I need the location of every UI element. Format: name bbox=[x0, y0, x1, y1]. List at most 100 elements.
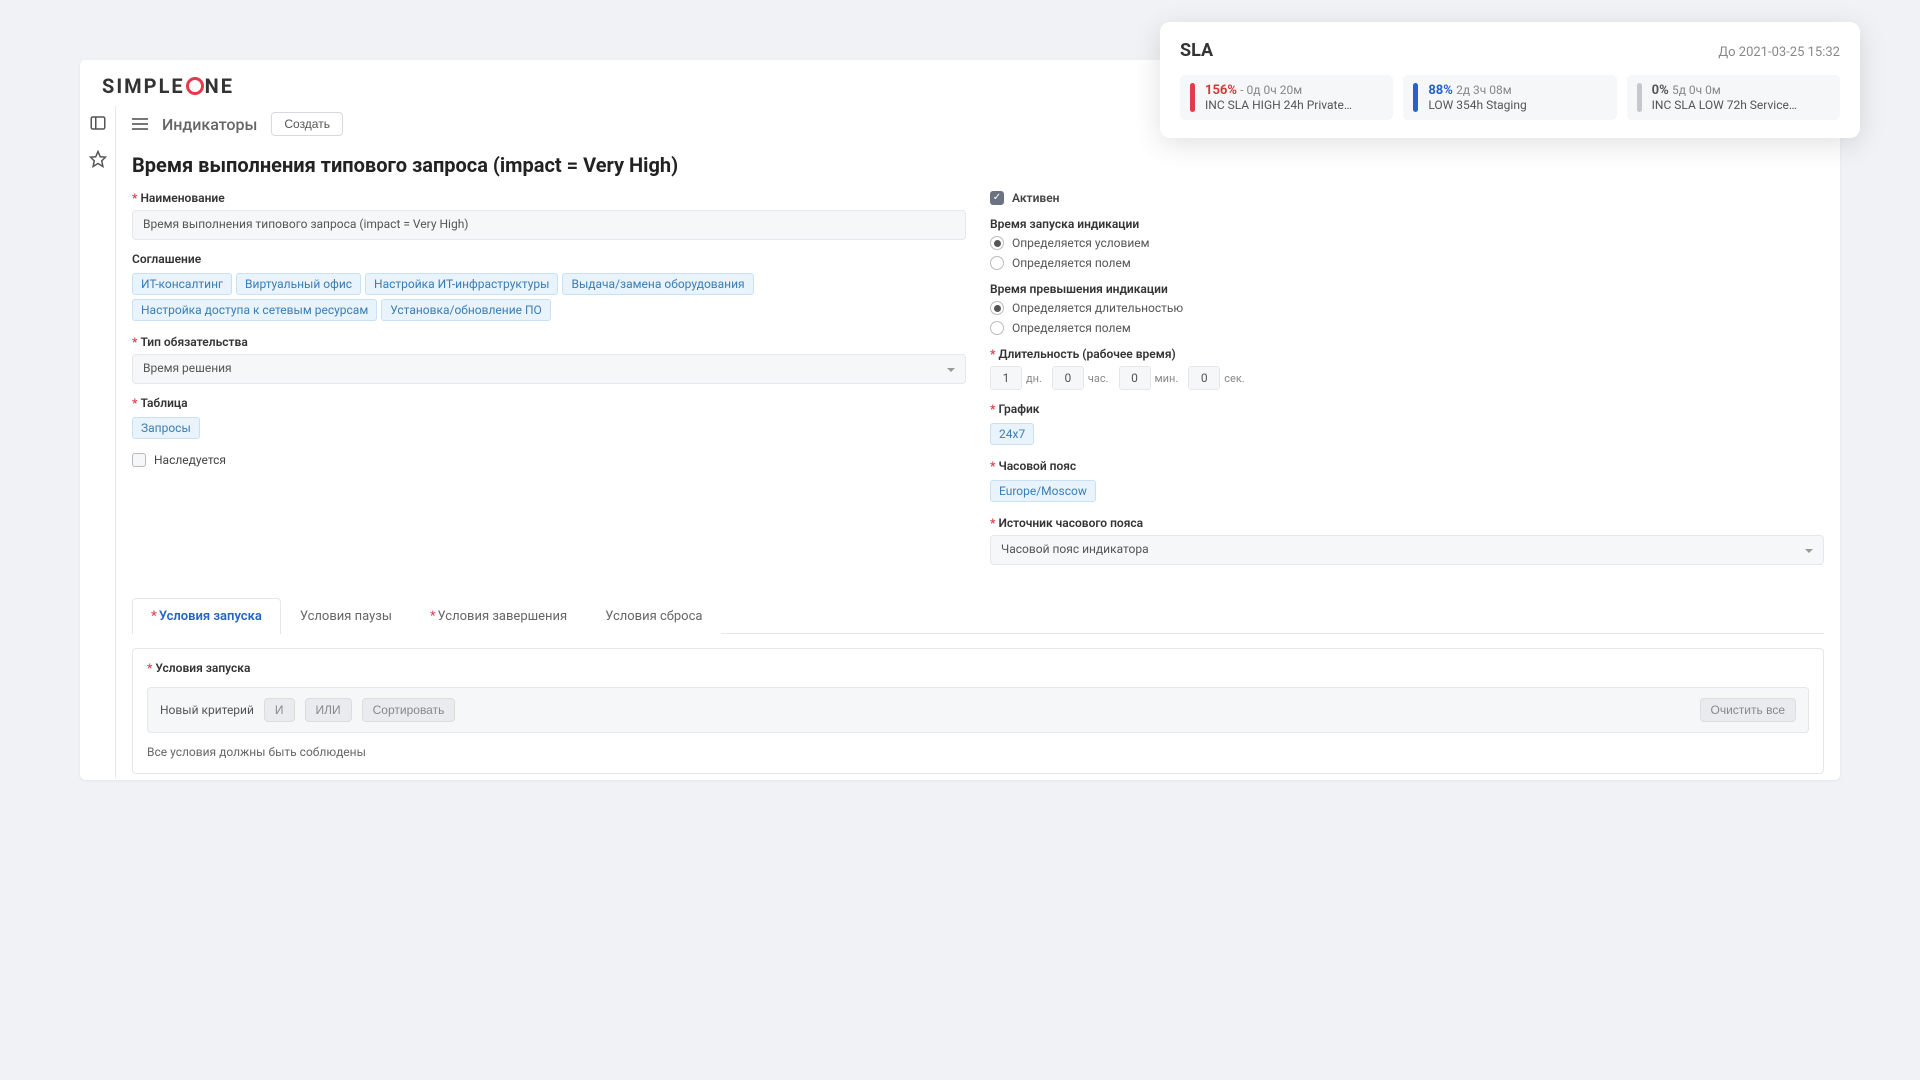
logo-o-icon bbox=[186, 77, 204, 95]
new-criteria-label: Новый критерий bbox=[160, 703, 254, 717]
duration-label: Длительность (рабочее время) bbox=[990, 347, 1824, 361]
sla-bar bbox=[1190, 83, 1195, 112]
obligation-label: Тип обязательства bbox=[132, 335, 966, 349]
sla-time: - 0д 0ч 20м bbox=[1240, 83, 1302, 97]
form-left-column: Наименование Время выполнения типового з… bbox=[132, 191, 966, 577]
agreement-chip[interactable]: Настройка ИТ-инфраструктуры bbox=[365, 273, 558, 295]
exceed-opt2-radio[interactable] bbox=[990, 321, 1004, 335]
inherited-row[interactable]: Наследуется bbox=[132, 453, 966, 467]
sort-button[interactable]: Сортировать bbox=[362, 698, 456, 722]
start-opt2-row[interactable]: Определяется полем bbox=[990, 256, 1824, 270]
minutes-input[interactable]: 0 bbox=[1119, 366, 1151, 390]
start-opt2-radio[interactable] bbox=[990, 256, 1004, 270]
name-label: Наименование bbox=[132, 191, 966, 205]
sla-card: SLA До 2021-03-25 15:32 156% - 0д 0ч 20м… bbox=[1160, 22, 1860, 138]
start-opt1-radio[interactable] bbox=[990, 236, 1004, 250]
tab-start-label: Условия запуска bbox=[159, 609, 262, 624]
sla-item[interactable]: 0% 5д 0ч 0м INC SLA LOW 72h Service… bbox=[1627, 75, 1840, 120]
table-chip[interactable]: Запросы bbox=[132, 417, 200, 439]
sla-items: 156% - 0д 0ч 20м INC SLA HIGH 24h Privat… bbox=[1180, 75, 1840, 120]
sla-item[interactable]: 156% - 0д 0ч 20м INC SLA HIGH 24h Privat… bbox=[1180, 75, 1393, 120]
agreement-chip[interactable]: Выдача/замена оборудования bbox=[562, 273, 753, 295]
exceed-opt2-row[interactable]: Определяется полем bbox=[990, 321, 1824, 335]
duration-row: 1 дн. 0 час. 0 мин. 0 сек. bbox=[990, 366, 1824, 390]
days-unit: дн. bbox=[1026, 372, 1042, 385]
active-checkbox[interactable] bbox=[990, 191, 1004, 205]
sla-time: 5д 0ч 0м bbox=[1672, 83, 1721, 97]
seconds-unit: сек. bbox=[1224, 372, 1244, 385]
obligation-select[interactable]: Время решения bbox=[132, 354, 966, 384]
agreement-chips[interactable]: ИТ-консалтингВиртуальный офисНастройка И… bbox=[132, 271, 966, 323]
exceed-opt1-label: Определяется длительностью bbox=[1012, 301, 1183, 315]
star-icon[interactable] bbox=[89, 150, 107, 168]
agreement-chip[interactable]: Настройка доступа к сетевым ресурсам bbox=[132, 299, 377, 321]
start-opt1-row[interactable]: Определяется условием bbox=[990, 236, 1824, 250]
agreement-chip[interactable]: ИТ-консалтинг bbox=[132, 273, 232, 295]
inherited-label: Наследуется bbox=[154, 453, 226, 467]
logo-text-post: NE bbox=[205, 74, 234, 98]
tab-reset-conditions[interactable]: Условия сброса bbox=[586, 598, 721, 634]
start-opt1-label: Определяется условием bbox=[1012, 236, 1150, 250]
agreement-chip[interactable]: Установка/обновление ПО bbox=[381, 299, 551, 321]
sla-item[interactable]: 88% 2д 3ч 08м LOW 354h Staging bbox=[1403, 75, 1616, 120]
clear-all-button[interactable]: Очистить все bbox=[1700, 698, 1796, 722]
agreement-label: Соглашение bbox=[132, 252, 966, 266]
sla-pct: 156% bbox=[1205, 83, 1237, 98]
tabs: *Условия запуска Условия паузы *Условия … bbox=[132, 597, 1824, 634]
sla-time: 2д 3ч 08м bbox=[1456, 83, 1512, 97]
name-input[interactable]: Время выполнения типового запроса (impac… bbox=[132, 210, 966, 240]
tz-source-label: Источник часового пояса bbox=[990, 516, 1824, 530]
active-label: Активен bbox=[1012, 191, 1060, 205]
page-title: Время выполнения типового запроса (impac… bbox=[116, 149, 1840, 191]
panel-heading: * Условия запуска bbox=[133, 649, 1823, 675]
or-button[interactable]: ИЛИ bbox=[305, 698, 352, 722]
sla-desc: LOW 354h Staging bbox=[1428, 98, 1606, 112]
exceed-opt1-row[interactable]: Определяется длительностью bbox=[990, 301, 1824, 315]
tab-complete-label: Условия завершения bbox=[438, 609, 568, 624]
active-row[interactable]: Активен bbox=[990, 191, 1824, 205]
sla-desc: INC SLA HIGH 24h Private… bbox=[1205, 98, 1383, 112]
tz-source-select[interactable]: Часовой пояс индикатора bbox=[990, 535, 1824, 565]
table-label: Таблица bbox=[132, 396, 966, 410]
create-button[interactable]: Создать bbox=[271, 112, 343, 136]
schedule-chips[interactable]: 24x7 bbox=[990, 421, 1824, 447]
conditions-panel: * Условия запуска Новый критерий И ИЛИ С… bbox=[132, 648, 1824, 774]
form-right-column: Активен Время запуска индикации Определя… bbox=[990, 191, 1824, 577]
panel-note: Все условия должны быть соблюдены bbox=[133, 745, 1823, 773]
criteria-toolbar: Новый критерий И ИЛИ Сортировать Очистит… bbox=[147, 687, 1809, 733]
tab-complete-conditions[interactable]: *Условия завершения bbox=[411, 598, 586, 634]
sla-pct: 0% bbox=[1652, 83, 1669, 98]
table-chips[interactable]: Запросы bbox=[132, 415, 966, 441]
hours-unit: час. bbox=[1088, 372, 1109, 385]
sla-bar bbox=[1637, 83, 1642, 112]
sla-desc: INC SLA LOW 72h Service… bbox=[1652, 98, 1830, 112]
logo: SIMPLE NE bbox=[102, 74, 234, 98]
seconds-input[interactable]: 0 bbox=[1188, 366, 1220, 390]
minutes-unit: мин. bbox=[1155, 372, 1179, 385]
tab-start-conditions[interactable]: *Условия запуска bbox=[132, 598, 281, 634]
hamburger-icon[interactable] bbox=[132, 118, 148, 130]
breadcrumb[interactable]: Индикаторы bbox=[162, 115, 257, 134]
sla-title: SLA bbox=[1180, 40, 1213, 61]
tz-chips[interactable]: Europe/Moscow bbox=[990, 478, 1824, 504]
tz-chip[interactable]: Europe/Moscow bbox=[990, 480, 1096, 502]
hours-input[interactable]: 0 bbox=[1052, 366, 1084, 390]
agreement-chip[interactable]: Виртуальный офис bbox=[236, 273, 361, 295]
and-button[interactable]: И bbox=[264, 698, 295, 722]
exceed-time-label: Время превышения индикации bbox=[990, 282, 1824, 296]
tab-pause-conditions[interactable]: Условия паузы bbox=[281, 598, 411, 634]
sla-bar bbox=[1413, 83, 1418, 112]
tz-label: Часовой пояс bbox=[990, 459, 1824, 473]
app-window: SIMPLE NE Индикаторы Создать Время выполн… bbox=[80, 60, 1840, 780]
panel-head-text: Условия запуска bbox=[155, 661, 250, 675]
schedule-label: График bbox=[990, 402, 1824, 416]
left-rail bbox=[80, 106, 116, 778]
exceed-opt2-label: Определяется полем bbox=[1012, 321, 1131, 335]
schedule-chip[interactable]: 24x7 bbox=[990, 423, 1034, 445]
exceed-opt1-radio[interactable] bbox=[990, 301, 1004, 315]
logo-text-pre: SIMPLE bbox=[102, 74, 185, 98]
sidebar-toggle-icon[interactable] bbox=[89, 114, 107, 132]
sla-pct: 88% bbox=[1428, 83, 1453, 98]
inherited-checkbox[interactable] bbox=[132, 453, 146, 467]
days-input[interactable]: 1 bbox=[990, 366, 1022, 390]
